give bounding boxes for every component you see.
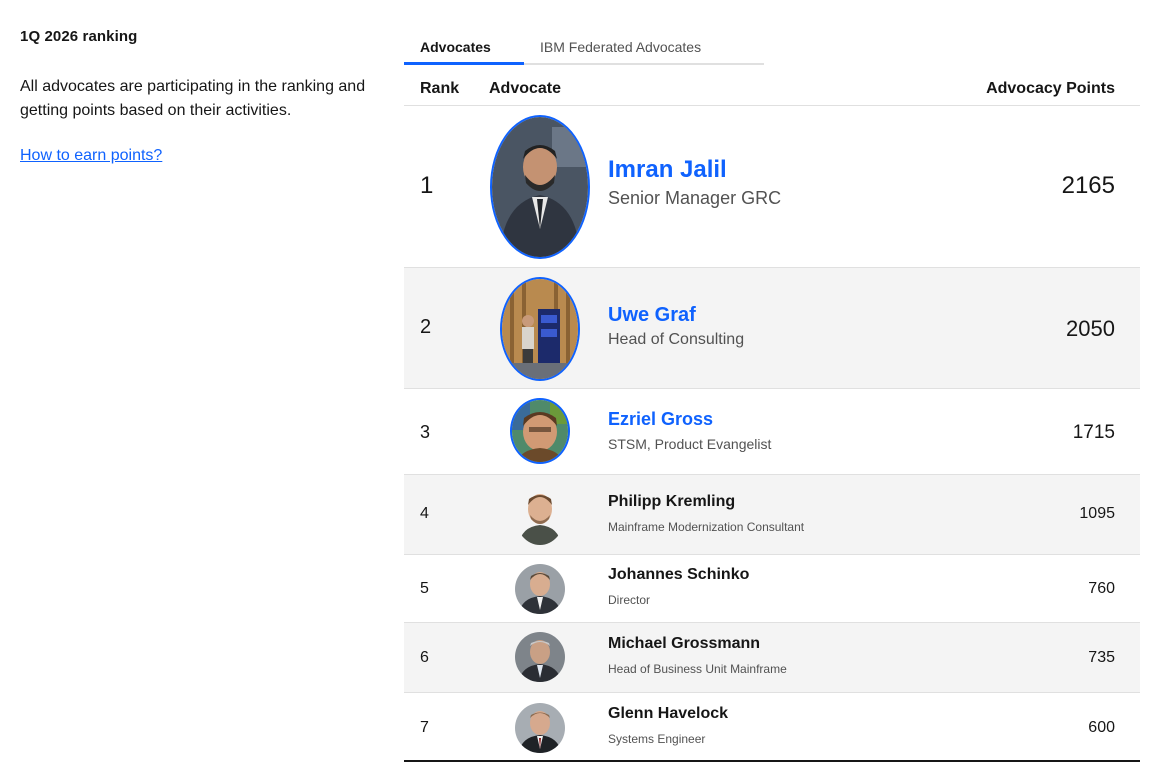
ranking-info-panel: 1Q 2026 ranking All advocates are partic… (20, 28, 390, 165)
ranking-description: All advocates are participating in the r… (20, 78, 366, 119)
advocate-name-link[interactable]: Ezriel Gross (608, 409, 713, 430)
table-row: 2 Uwe Graf Head of Consulting 2050 (404, 268, 1140, 389)
avatar-person-icon (512, 400, 568, 462)
avatar-person-icon (515, 632, 565, 682)
table-header: Rank Advocate Advocacy Points (404, 72, 1140, 106)
advocate-title: Head of Consulting (608, 331, 745, 348)
table-row: 3 Ezriel Gross STSM, Product Evangelist … (404, 389, 1140, 475)
advocacy-points: 1095 (1079, 505, 1115, 522)
rank-value: 7 (420, 719, 429, 736)
header-rank: Rank (420, 80, 460, 97)
advocate-name: Michael Grossmann (608, 635, 761, 652)
avatar[interactable] (515, 485, 565, 545)
avatar[interactable] (515, 632, 565, 682)
ranking-heading: 1Q 2026 ranking (20, 28, 138, 45)
header-advocacy-points: Advocacy Points (986, 80, 1115, 97)
how-to-earn-points-link[interactable]: How to earn points? (20, 147, 162, 165)
avatar-person-icon (515, 485, 565, 545)
avatar[interactable] (515, 564, 565, 614)
table-row: 5 Johannes Schinko Director 760 (404, 555, 1140, 623)
advocate-title: Systems Engineer (608, 732, 706, 746)
rank-value: 1 (420, 172, 434, 199)
advocacy-points: 735 (1088, 649, 1115, 666)
tab-bar: Advocates IBM Federated Advocates (404, 36, 764, 65)
rank-value: 5 (420, 580, 429, 597)
table-row: 4 Philipp Kremling Mainframe Modernizati… (404, 475, 1140, 555)
avatar-person-icon (502, 279, 578, 379)
advocacy-points: 600 (1088, 719, 1115, 736)
rank-value: 6 (420, 649, 429, 666)
avatar-person-icon (515, 564, 565, 614)
avatar-person-icon (515, 703, 565, 753)
avatar[interactable] (490, 115, 590, 259)
rank-value: 3 (420, 422, 431, 442)
table-row: 7 Glenn Havelock Systems Engineer 600 (404, 693, 1140, 762)
table-row: 6 Michael Grossmann Head of Business Uni… (404, 623, 1140, 693)
advocate-title: Mainframe Modernization Consultant (608, 520, 805, 534)
avatar-person-icon (492, 117, 588, 257)
ranking-table: Rank Advocate Advocacy Points 1 Imran Ja… (404, 72, 1140, 762)
avatar[interactable] (500, 277, 580, 381)
advocacy-points: 1715 (1072, 422, 1115, 443)
avatar[interactable] (510, 398, 570, 464)
advocacy-points: 760 (1088, 580, 1115, 597)
rank-value: 2 (420, 316, 432, 338)
advocacy-points: 2165 (1061, 172, 1115, 199)
advocate-name: Johannes Schinko (608, 566, 750, 583)
advocate-title: Head of Business Unit Mainframe (608, 662, 787, 676)
advocate-title: Director (608, 593, 651, 607)
tab-advocates[interactable]: Advocates (404, 39, 524, 65)
header-advocate: Advocate (489, 80, 562, 97)
advocate-title: Senior Manager GRC (608, 188, 782, 208)
avatar[interactable] (515, 703, 565, 753)
table-row: 1 Imran Jalil Senior Manager GRC 2165 (404, 106, 1140, 268)
advocacy-points: 2050 (1066, 316, 1115, 341)
advocate-name-link[interactable]: Imran Jalil (608, 156, 727, 184)
advocate-name-link[interactable]: Uwe Graf (608, 304, 696, 327)
advocate-name: Philipp Kremling (608, 493, 736, 510)
tab-ibm-federated-advocates[interactable]: IBM Federated Advocates (540, 39, 701, 65)
advocate-title: STSM, Product Evangelist (608, 436, 772, 452)
rank-value: 4 (420, 505, 429, 522)
advocate-name: Glenn Havelock (608, 705, 729, 722)
